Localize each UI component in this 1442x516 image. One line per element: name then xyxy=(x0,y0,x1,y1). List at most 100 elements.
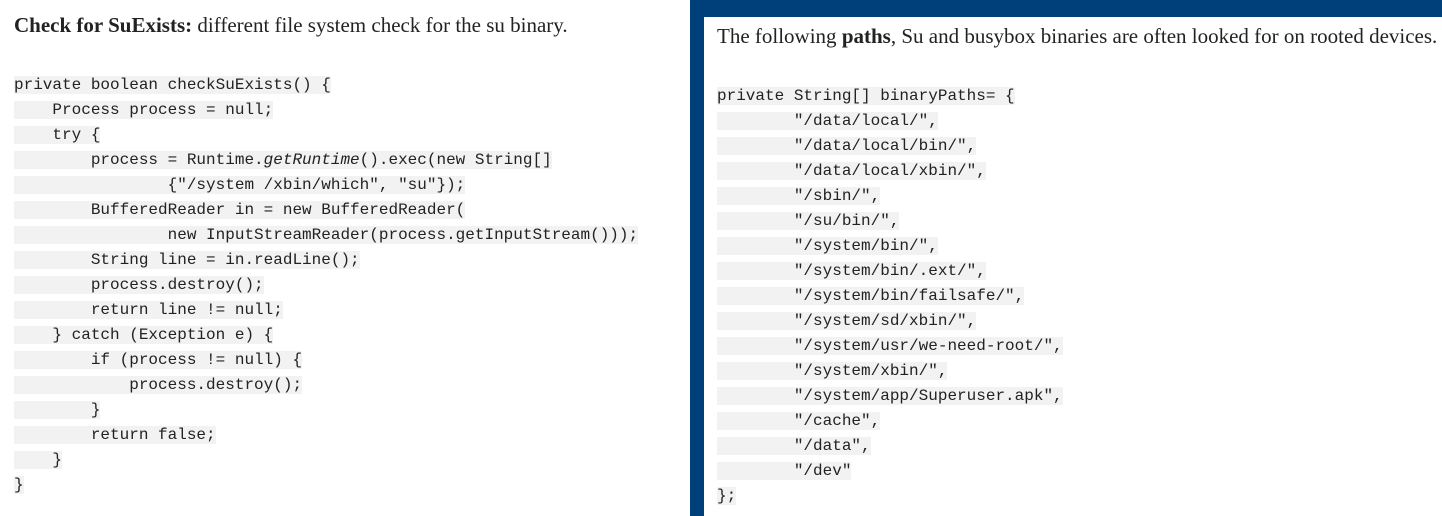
code-indent xyxy=(717,462,794,480)
right-code-line: }; xyxy=(717,484,737,509)
code-text: } xyxy=(90,401,101,419)
code-text: }; xyxy=(717,487,737,505)
code-text: "/system/usr/we-need-root/", xyxy=(793,337,1063,355)
code-indent xyxy=(14,176,168,194)
left-code-block: private boolean checkSuExists() { Proces… xyxy=(14,73,674,513)
code-indent xyxy=(717,137,794,155)
left-code-line: process.destroy(); xyxy=(14,373,303,398)
code-text: "/data", xyxy=(793,437,871,455)
left-code-line: if (process != null) { xyxy=(14,348,303,373)
left-code-line: } xyxy=(14,448,63,473)
code-indent xyxy=(14,126,53,144)
right-code-line: "/su/bin/", xyxy=(717,209,900,234)
code-text: process.destroy(); xyxy=(90,276,264,294)
code-text: private String[] binaryPaths= { xyxy=(717,87,1015,105)
left-code-line: return false; xyxy=(14,423,216,448)
code-indent xyxy=(14,276,91,294)
code-text: process = Runtime.getRuntime().exec(new … xyxy=(90,151,552,169)
right-code-line: "/system/bin/failsafe/", xyxy=(717,284,1025,309)
left-code-line: try { xyxy=(14,123,101,148)
code-indent xyxy=(717,387,794,405)
code-text: "/cache", xyxy=(793,412,881,430)
left-heading: Check for SuExists: different file syste… xyxy=(14,13,568,38)
right-code-line: "/system/app/Superuser.apk", xyxy=(717,384,1063,409)
code-indent xyxy=(14,451,53,469)
left-code-line: private boolean checkSuExists() { xyxy=(14,73,331,98)
left-code-line: process = Runtime.getRuntime().exec(new … xyxy=(14,148,552,173)
code-text: } catch (Exception e) { xyxy=(52,326,274,344)
left-code-line: new InputStreamReader(process.getInputSt… xyxy=(14,223,639,248)
code-text: "/system/app/Superuser.apk", xyxy=(793,387,1063,405)
code-text: BufferedReader in = new BufferedReader( xyxy=(90,201,466,219)
code-indent xyxy=(717,262,794,280)
left-code-line: return line != null; xyxy=(14,298,283,323)
left-code-line: } xyxy=(14,398,101,423)
right-code-line: "/system/usr/we-need-root/", xyxy=(717,334,1063,359)
code-indent xyxy=(717,287,794,305)
code-indent xyxy=(717,437,794,455)
code-text: if (process != null) { xyxy=(90,351,303,369)
code-indent xyxy=(717,412,794,430)
code-text: } xyxy=(52,451,63,469)
right-text-bold: paths xyxy=(841,24,891,48)
right-code-line: "/data/local/", xyxy=(717,109,938,134)
code-text: return line != null; xyxy=(90,301,283,319)
code-text: "/dev" xyxy=(793,462,852,480)
code-text: process.destroy(); xyxy=(129,376,303,394)
code-indent xyxy=(14,351,91,369)
code-text: "/su/bin/", xyxy=(793,212,900,230)
code-indent xyxy=(14,376,130,394)
right-code-line: "/data/local/xbin/", xyxy=(717,159,986,184)
left-code-line: String line = in.readLine(); xyxy=(14,248,360,273)
code-text: new InputStreamReader(process.getInputSt… xyxy=(167,226,639,244)
right-code-line: "/system/bin/.ext/", xyxy=(717,259,986,284)
code-text: {"/system /xbin/which", "su"}); xyxy=(167,176,466,194)
page: Check for SuExists: different file syste… xyxy=(0,0,1442,516)
code-text: "/data/local/xbin/", xyxy=(793,162,986,180)
code-indent xyxy=(14,326,53,344)
code-indent xyxy=(14,251,91,269)
right-code-line: "/cache", xyxy=(717,409,881,434)
right-code-line: private String[] binaryPaths= { xyxy=(717,84,1015,109)
code-text: try { xyxy=(52,126,101,144)
code-indent xyxy=(717,187,794,205)
code-indent xyxy=(14,401,91,419)
code-indent xyxy=(717,162,794,180)
code-italic-method: getRuntime xyxy=(263,151,360,169)
left-code-line: Process process = null; xyxy=(14,98,274,123)
code-indent xyxy=(14,151,91,169)
right-code-block: private String[] binaryPaths= { "/data/l… xyxy=(717,84,1437,514)
code-indent xyxy=(717,212,794,230)
code-indent xyxy=(717,337,794,355)
code-text: Process process = null; xyxy=(52,101,274,119)
right-code-line: "/sbin/", xyxy=(717,184,881,209)
right-code-line: "/data/local/bin/", xyxy=(717,134,977,159)
code-indent xyxy=(717,362,794,380)
code-text: "/sbin/", xyxy=(793,187,881,205)
code-text: "/system/xbin/", xyxy=(793,362,948,380)
right-code-line: "/system/sd/xbin/", xyxy=(717,309,977,334)
code-text: } xyxy=(14,476,24,494)
left-code-line: } xyxy=(14,473,24,498)
right-code-line: "/system/bin/", xyxy=(717,234,938,259)
code-text: "/system/bin/", xyxy=(793,237,938,255)
code-indent xyxy=(717,237,794,255)
code-indent xyxy=(14,226,168,244)
code-indent xyxy=(14,201,91,219)
left-code-line: BufferedReader in = new BufferedReader( xyxy=(14,198,466,223)
left-code-line: process.destroy(); xyxy=(14,273,264,298)
left-code-line: } catch (Exception e) { xyxy=(14,323,274,348)
right-code-line: "/dev" xyxy=(717,459,852,484)
code-text: "/data/local/bin/", xyxy=(793,137,977,155)
left-code-line: {"/system /xbin/which", "su"}); xyxy=(14,173,466,198)
code-indent xyxy=(717,112,794,130)
right-text-post: , Su and busybox binaries are often look… xyxy=(890,24,1438,48)
left-heading-bold: Check for SuExists: xyxy=(14,13,193,37)
code-text: "/system/bin/failsafe/", xyxy=(793,287,1025,305)
code-indent xyxy=(14,101,53,119)
left-heading-rest: different file system check for the su b… xyxy=(192,13,568,37)
code-text: private boolean checkSuExists() { xyxy=(14,76,331,94)
right-intro-text: The following paths, Su and busybox bina… xyxy=(717,24,1437,49)
code-text: "/data/local/", xyxy=(793,112,938,130)
right-code-line: "/system/xbin/", xyxy=(717,359,948,384)
